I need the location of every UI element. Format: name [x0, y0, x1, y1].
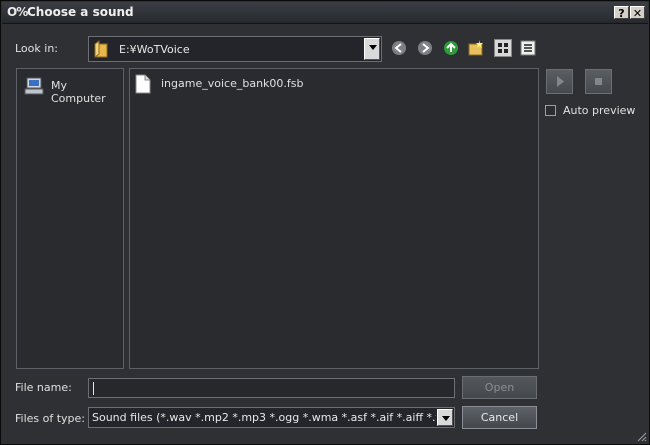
look-in-dropdown-button[interactable]	[364, 38, 380, 60]
file-type-select[interactable]: Sound files (*.wav *.mp2 *.mp3 *.ogg *.w…	[88, 407, 455, 428]
file-name-input[interactable]	[88, 378, 455, 398]
sidebar-item-my-computer[interactable]: My Computer	[24, 77, 120, 105]
auto-preview-checkbox[interactable]	[545, 105, 556, 116]
resize-grip-icon[interactable]	[635, 430, 647, 442]
computer-icon	[24, 77, 44, 95]
title-bar[interactable]: O% Choose a sound ? ✕	[2, 2, 648, 24]
close-button[interactable]: ✕	[630, 6, 645, 20]
list-item[interactable]: ingame_voice_bank00.fsb	[135, 74, 435, 94]
places-sidebar: My Computer	[16, 68, 124, 369]
app-logo-icon: O%	[7, 5, 28, 19]
file-name-label: File name:	[15, 381, 72, 394]
cancel-button[interactable]: Cancel	[462, 406, 537, 429]
back-icon[interactable]	[391, 40, 407, 56]
text-cursor	[93, 382, 94, 395]
file-name-label: ingame_voice_bank00.fsb	[161, 77, 304, 90]
open-button[interactable]: Open	[462, 376, 537, 399]
stop-preview-button[interactable]	[585, 69, 612, 94]
auto-preview-label: Auto preview	[563, 104, 636, 117]
file-type-value: Sound files (*.wav *.mp2 *.mp3 *.ogg *.w…	[92, 411, 436, 424]
look-in-value: E:¥WoTVoice	[119, 43, 190, 56]
forward-icon[interactable]	[417, 40, 433, 56]
file-icon	[135, 74, 151, 94]
details-view-icon[interactable]	[520, 40, 536, 56]
up-folder-icon[interactable]	[443, 40, 459, 56]
stop-icon	[595, 78, 602, 85]
play-preview-button[interactable]	[546, 69, 573, 94]
look-in-label: Look in:	[15, 42, 58, 55]
files-of-type-label: Files of type:	[15, 412, 86, 425]
folder-icon	[94, 40, 110, 58]
file-type-dropdown-button[interactable]	[437, 409, 453, 426]
list-view-icon[interactable]	[494, 39, 512, 57]
dialog-title: Choose a sound	[27, 5, 134, 19]
play-icon	[557, 76, 564, 87]
help-button[interactable]: ?	[614, 6, 629, 20]
new-folder-icon[interactable]	[468, 39, 484, 56]
choose-sound-dialog: O% Choose a sound ? ✕ Look in: E:¥WoTVoi…	[0, 0, 650, 445]
look-in-combo[interactable]: E:¥WoTVoice	[88, 36, 382, 62]
sidebar-item-label: My Computer	[51, 79, 106, 105]
file-list[interactable]: ingame_voice_bank00.fsb	[129, 68, 539, 369]
